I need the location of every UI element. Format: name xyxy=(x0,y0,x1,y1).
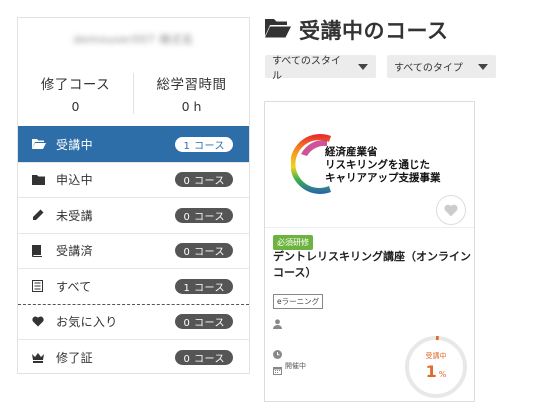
progress-ring: 受講中 1% xyxy=(403,334,469,400)
page-header: 受講中のコース xyxy=(265,15,448,45)
type-filter-select[interactable]: すべてのタイプ xyxy=(387,55,496,78)
nav-item-label: 申込中 xyxy=(56,173,93,188)
logo-line: 経済産業省 xyxy=(325,146,378,158)
nav-item-in-progress[interactable]: 受講中 1 コース xyxy=(18,126,249,162)
course-type-tag: eラーニング xyxy=(273,294,324,309)
caret-down-icon xyxy=(478,63,488,70)
nav-item-not-started[interactable]: 未受講 0 コース xyxy=(18,197,249,233)
logo-line: リスキリングを通じた xyxy=(325,159,430,171)
user-name-area: demouser007 様式名 xyxy=(18,18,249,60)
course-count-badge: 0 コース xyxy=(175,314,233,330)
progress-label: 受講中 xyxy=(425,352,447,360)
caret-down-icon xyxy=(358,63,368,70)
course-count-badge: 0 コース xyxy=(175,207,233,223)
folder-open-icon xyxy=(265,18,291,42)
nav-item-label: すべて xyxy=(56,279,92,294)
type-filter-value: すべてのタイプ xyxy=(394,63,463,74)
required-training-badge: 必須研修 xyxy=(273,235,313,250)
nav-item-label: 未受講 xyxy=(56,208,93,223)
page-title: 受講中のコース xyxy=(299,19,449,43)
progress-number: 1 xyxy=(425,362,437,381)
nav-item-all[interactable]: すべて 1 コース xyxy=(18,268,249,304)
nav-item-completed[interactable]: 受講済 0 コース xyxy=(18,232,249,269)
nav-item-label: 修了証 xyxy=(56,350,93,365)
nav-item-label: 受講済 xyxy=(56,244,93,259)
stat-label: 修了コース xyxy=(40,76,111,93)
completed-courses-stat: 修了コース 0 xyxy=(18,73,133,114)
user-icon xyxy=(273,314,282,333)
calendar-icon xyxy=(273,360,282,379)
progress-unit: % xyxy=(438,370,447,379)
list-icon xyxy=(32,280,52,293)
user-name: demouser007 様式名 xyxy=(73,33,194,46)
stat-label: 総学習時間 xyxy=(156,76,227,93)
course-thumbnail: 経済産業省 リスキリングを通じた キャリアアップ支援事業 xyxy=(265,102,474,228)
pencil-icon xyxy=(32,209,52,221)
stat-value: 0 xyxy=(71,98,80,114)
course-count-badge: 0 コース xyxy=(175,172,233,188)
stat-value: 0 h xyxy=(181,98,202,114)
filter-bar: すべてのスタイル すべてのタイプ xyxy=(265,55,496,82)
course-card[interactable]: 経済産業省 リスキリングを通じた キャリアアップ支援事業 必須研修 デントレリス… xyxy=(264,101,475,402)
sidebar: demouser007 様式名 修了コース 0 総学習時間 0 h 受講中 1 … xyxy=(17,17,250,374)
nav-item-applied[interactable]: 申込中 0 コース xyxy=(18,161,249,198)
course-title[interactable]: デントレリスキリング講座（オンラインコース） xyxy=(273,249,473,281)
favorite-button[interactable] xyxy=(436,195,466,225)
nav-item-label: 受講中 xyxy=(56,137,93,152)
folder-icon xyxy=(32,174,52,186)
book-icon xyxy=(32,244,52,257)
logo-caption: 経済産業省 リスキリングを通じた キャリアアップ支援事業 xyxy=(325,146,441,185)
folder-open-icon xyxy=(32,138,52,150)
heart-icon xyxy=(32,316,52,327)
learning-stats: 修了コース 0 総学習時間 0 h xyxy=(18,60,249,126)
session-status: 開催中 xyxy=(285,362,306,370)
course-count-badge: 0 コース xyxy=(175,349,233,365)
total-study-time-stat: 総学習時間 0 h xyxy=(133,72,249,114)
logo-line: キャリアアップ支援事業 xyxy=(325,172,441,184)
heart-icon xyxy=(444,204,458,216)
course-count-badge: 0 コース xyxy=(175,243,233,259)
nav-item-certificates[interactable]: 修了証 0 コース xyxy=(18,339,249,375)
style-filter-select[interactable]: すべてのスタイル xyxy=(265,55,376,82)
nav-item-label: お気に入り xyxy=(56,315,118,330)
crown-icon xyxy=(32,352,52,363)
progress-value: 1% xyxy=(403,362,469,381)
style-filter-value: すべてのスタイル xyxy=(272,55,341,82)
course-count-badge: 1 コース xyxy=(175,136,233,152)
nav-item-favorites[interactable]: お気に入り 0 コース xyxy=(18,303,249,340)
course-count-badge: 1 コース xyxy=(175,278,233,294)
course-status-nav: 受講中 1 コース 申込中 0 コース 未受講 0 コース 受講済 0 コース xyxy=(18,126,249,375)
